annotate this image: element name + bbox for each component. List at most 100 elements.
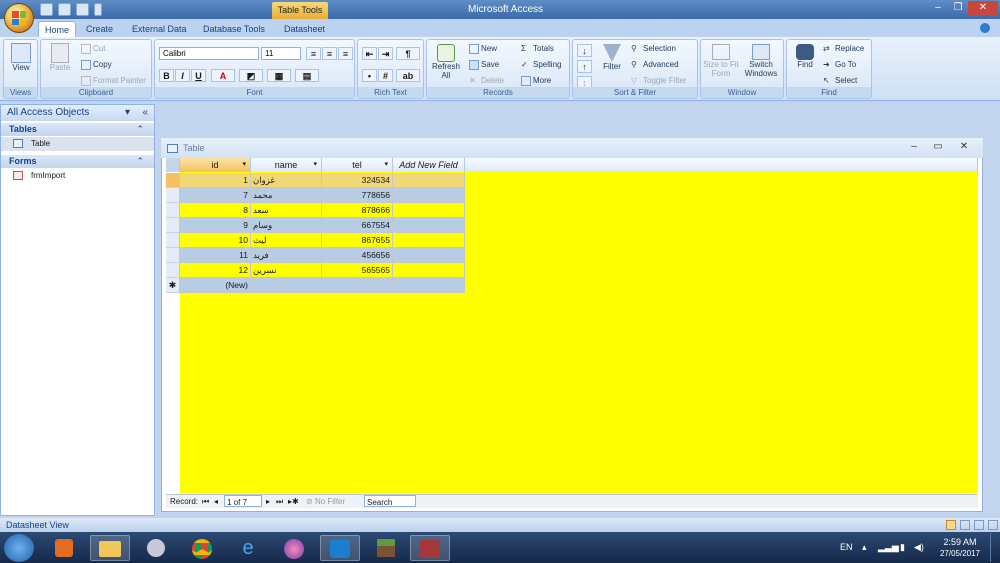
new-record-button[interactable]: New xyxy=(469,44,497,54)
nav-item-frmimport[interactable]: frmImport xyxy=(1,169,154,183)
nav-item-table[interactable]: Table xyxy=(1,137,154,151)
font-size-select[interactable]: 11 xyxy=(261,47,301,60)
new-row-cell[interactable] xyxy=(393,278,465,293)
pivot-table-icon[interactable] xyxy=(960,520,970,530)
bold-button[interactable]: B xyxy=(159,69,174,82)
spelling-button[interactable]: ✓ Spelling xyxy=(521,60,561,70)
gridlines-icon[interactable]: ▦ xyxy=(267,69,291,82)
dropdown-arrow-icon[interactable]: ▾ xyxy=(384,158,388,172)
first-record-icon[interactable]: ⏮ xyxy=(202,495,209,508)
maxthon-icon[interactable] xyxy=(320,535,360,561)
access-icon[interactable] xyxy=(410,535,450,561)
cell-add[interactable] xyxy=(393,173,465,188)
dropdown-arrow-icon[interactable]: ▾ xyxy=(242,158,246,172)
cell-name[interactable]: فريد xyxy=(251,248,322,263)
row-selector[interactable] xyxy=(166,218,180,233)
row-selector[interactable] xyxy=(166,233,180,248)
close-icon[interactable]: ✕ xyxy=(968,1,998,16)
fill-color-icon[interactable]: ◩ xyxy=(239,69,263,82)
advanced-button[interactable]: ⚲ Advanced xyxy=(631,60,679,70)
align-right-icon[interactable]: ≡ xyxy=(338,47,353,60)
datasheet-view-icon[interactable] xyxy=(946,520,956,530)
table-row[interactable]: 10 ليث 867655 xyxy=(166,233,465,248)
chevron-down-icon[interactable]: ▾ xyxy=(125,105,130,121)
next-record-icon[interactable]: ▸ xyxy=(266,495,270,508)
cell-name[interactable]: غزوان xyxy=(251,173,322,188)
bullets-icon[interactable]: • xyxy=(362,69,377,82)
cell-name[interactable]: نسرين xyxy=(251,263,322,278)
column-header-tel[interactable]: tel ▾ xyxy=(322,158,393,172)
tab-external-data[interactable]: External Data xyxy=(126,21,193,37)
row-selector[interactable] xyxy=(166,188,180,203)
more-button[interactable]: More xyxy=(521,76,551,86)
search-field[interactable]: Search xyxy=(364,495,416,507)
column-header-add-new-field[interactable]: Add New Field xyxy=(393,158,465,172)
cell-id[interactable]: 11 xyxy=(180,248,251,263)
font-color-icon[interactable]: A xyxy=(211,69,235,82)
refresh-all-button[interactable]: Refresh All xyxy=(429,44,463,80)
align-center-icon[interactable]: ≡ xyxy=(322,47,337,60)
nav-section-forms[interactable]: Forms ⌃ xyxy=(1,155,154,168)
new-record-row[interactable]: ✱ (New) xyxy=(166,278,465,293)
tab-datasheet[interactable]: Datasheet xyxy=(278,21,331,37)
office-button[interactable] xyxy=(4,3,34,33)
new-record-nav-icon[interactable]: ▸✱ xyxy=(288,495,299,508)
cell-id[interactable]: 8 xyxy=(180,203,251,218)
switch-windows-button[interactable]: Switch Windows xyxy=(741,44,781,78)
internet-explorer-icon[interactable]: e xyxy=(228,535,268,561)
chrome-icon[interactable] xyxy=(182,535,222,561)
totals-button[interactable]: Σ Totals xyxy=(521,44,554,54)
underline-button[interactable]: U xyxy=(191,69,206,82)
cell-id[interactable]: 7 xyxy=(180,188,251,203)
new-row-cell[interactable] xyxy=(322,278,393,293)
row-selector[interactable] xyxy=(166,173,180,188)
sort-ascending-icon[interactable]: ↓ xyxy=(577,44,592,57)
row-selector[interactable] xyxy=(166,203,180,218)
table-row[interactable]: 7 محمد 778656 xyxy=(166,188,465,203)
cell-tel[interactable]: 867655 xyxy=(322,233,393,248)
cell-add[interactable] xyxy=(393,248,465,263)
table-row[interactable]: 9 وسام 667554 xyxy=(166,218,465,233)
cell-tel[interactable]: 878666 xyxy=(322,203,393,218)
nav-section-tables[interactable]: Tables ⌃ xyxy=(1,123,154,136)
increase-indent-icon[interactable]: ⇥ xyxy=(378,47,393,60)
paste-button[interactable]: Paste xyxy=(45,43,75,72)
cell-name[interactable]: وسام xyxy=(251,218,322,233)
pivot-chart-icon[interactable] xyxy=(974,520,984,530)
view-button[interactable]: View xyxy=(8,43,34,72)
filter-button[interactable]: Filter xyxy=(597,44,627,71)
font-name-select[interactable]: Calibri xyxy=(159,47,259,60)
save-icon[interactable] xyxy=(40,3,53,16)
cell-tel[interactable]: 456656 xyxy=(322,248,393,263)
cell-id[interactable]: 10 xyxy=(180,233,251,248)
battery-icon[interactable]: ▮ xyxy=(900,542,905,553)
dropdown-arrow-icon[interactable]: ▾ xyxy=(313,158,317,172)
row-selector[interactable] xyxy=(166,248,180,263)
cell-add[interactable] xyxy=(393,188,465,203)
tab-home[interactable]: Home xyxy=(38,21,77,37)
show-desktop-button[interactable] xyxy=(990,533,999,562)
last-record-icon[interactable]: ⏭ xyxy=(276,495,283,508)
collapse-pane-icon[interactable]: « xyxy=(142,105,148,121)
new-row-cell[interactable] xyxy=(251,278,322,293)
new-row-label[interactable]: (New) xyxy=(180,278,251,293)
numbering-icon[interactable]: # xyxy=(378,69,393,82)
table-row[interactable]: 11 فريد 456656 xyxy=(166,248,465,263)
restore-icon[interactable]: ❐ xyxy=(946,1,970,16)
goto-button[interactable]: ➜ Go To xyxy=(823,60,856,70)
cut-button[interactable]: Cut xyxy=(81,44,105,54)
toggle-filter-button[interactable]: ▽ Toggle Filter xyxy=(631,76,687,86)
design-view-icon[interactable] xyxy=(988,520,998,530)
no-filter-button[interactable]: ⊘ No Filter xyxy=(306,495,345,508)
highlight-icon[interactable]: ab xyxy=(396,69,420,82)
customize-qat-icon[interactable] xyxy=(94,3,102,16)
select-button[interactable]: ↖ Select xyxy=(823,76,857,86)
size-to-fit-button[interactable]: Size to Fit Form xyxy=(703,44,739,78)
new-row-marker[interactable]: ✱ xyxy=(166,278,180,293)
cell-id[interactable]: 12 xyxy=(180,263,251,278)
cell-name[interactable]: ليث xyxy=(251,233,322,248)
save-record-button[interactable]: Save xyxy=(469,60,499,70)
media-player-icon[interactable] xyxy=(44,535,84,561)
italic-button[interactable]: I xyxy=(175,69,190,82)
nav-header[interactable]: All Access Objects ▾ « xyxy=(1,105,154,121)
